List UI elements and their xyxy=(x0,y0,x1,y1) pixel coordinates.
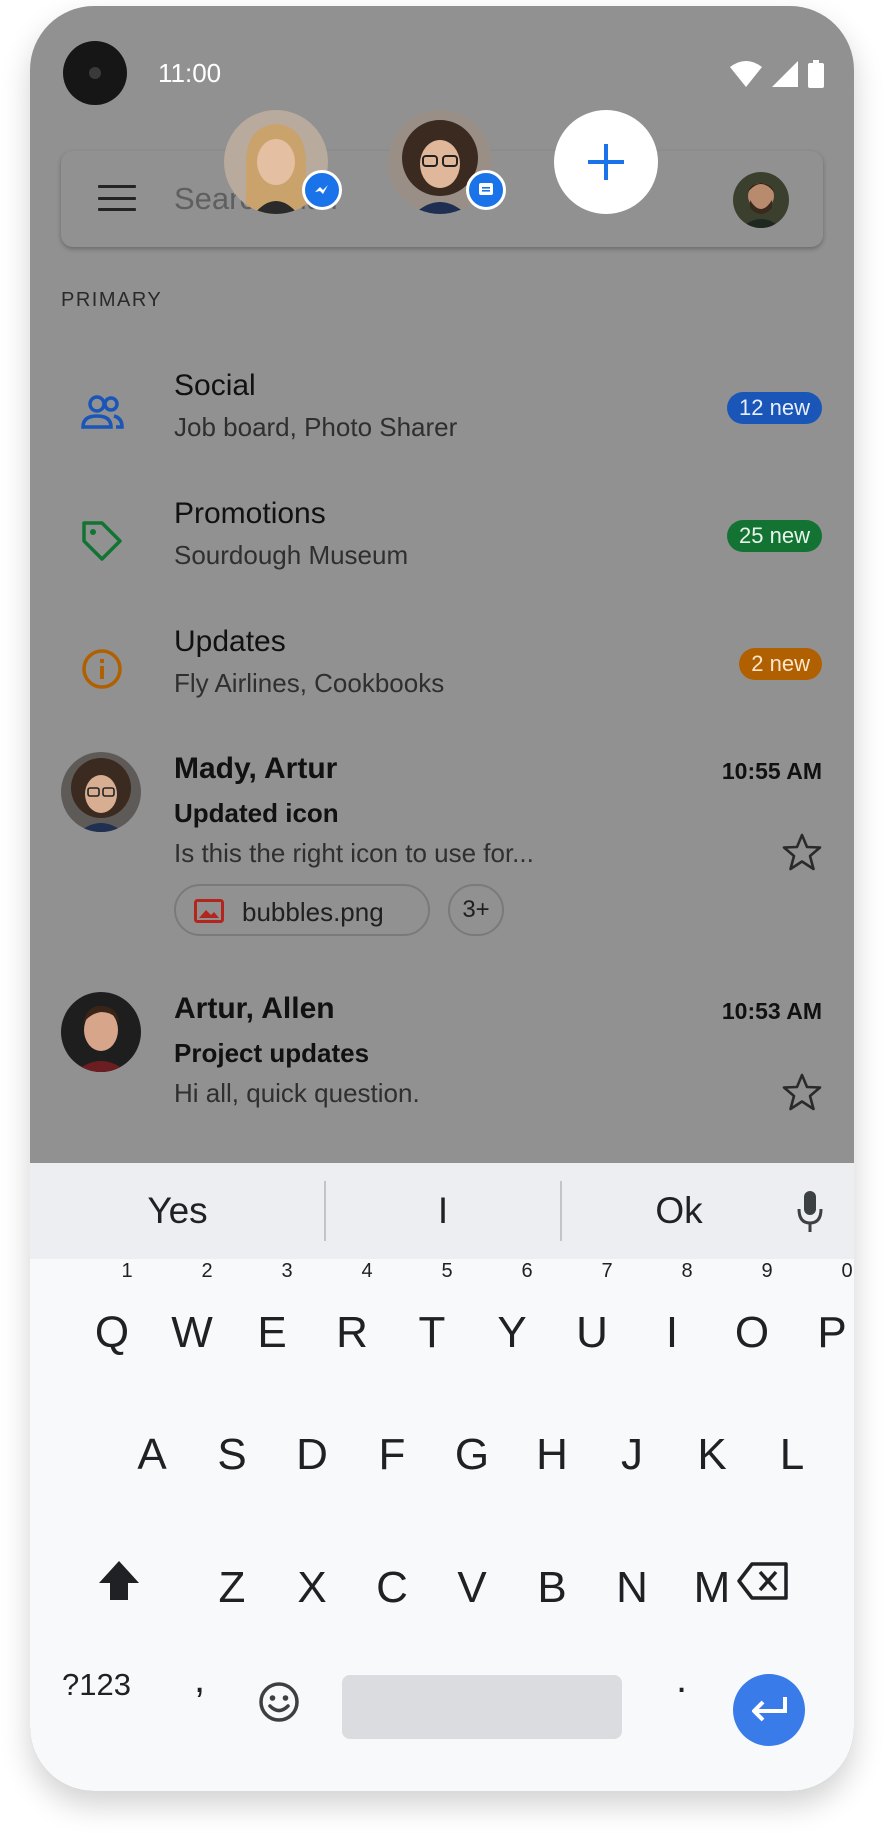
key-hint: 0 xyxy=(841,1260,853,1282)
key-g[interactable]: G xyxy=(437,1410,507,1500)
key-d[interactable]: D xyxy=(277,1410,347,1500)
keyboard: Yes I Ok Q1W2E3R4T5Y6U7I8O9P0 ASDFGHJKL … xyxy=(30,1163,854,1791)
key-hint: 1 xyxy=(121,1260,133,1282)
email-sender: Artur, Allen xyxy=(174,992,335,1025)
tag-icon xyxy=(82,521,122,561)
key-hint: 8 xyxy=(681,1260,693,1282)
key-b[interactable]: B xyxy=(517,1543,587,1633)
key-j[interactable]: J xyxy=(597,1410,667,1500)
account-avatar[interactable] xyxy=(733,172,789,228)
key-hint: 7 xyxy=(601,1260,613,1282)
key-s[interactable]: S xyxy=(197,1410,267,1500)
image-icon xyxy=(194,899,224,923)
category-title: Updates xyxy=(174,625,286,658)
more-attachments-chip[interactable]: 3+ xyxy=(448,884,504,936)
symbols-key[interactable]: ?123 xyxy=(62,1667,131,1703)
key-hint: 9 xyxy=(761,1260,773,1282)
key-hint: 6 xyxy=(521,1260,533,1282)
category-social[interactable]: Social Job board, Photo Sharer 12 new xyxy=(30,367,854,477)
emoji-icon[interactable] xyxy=(258,1681,300,1723)
key-hint: 2 xyxy=(201,1260,213,1282)
email-snippet: Is this the right icon to use for... xyxy=(174,838,534,868)
key-hint: 4 xyxy=(361,1260,373,1282)
status-time: 11:00 xyxy=(158,58,222,88)
key-q[interactable]: Q xyxy=(77,1288,147,1378)
key-l[interactable]: L xyxy=(757,1410,827,1500)
new-bubble-button[interactable] xyxy=(554,110,658,214)
email-sender: Mady, Artur xyxy=(174,752,338,785)
key-o[interactable]: O xyxy=(717,1288,787,1378)
key-c[interactable]: C xyxy=(357,1543,427,1633)
key-a[interactable]: A xyxy=(117,1410,187,1500)
category-promotions[interactable]: Promotions Sourdough Museum 25 new xyxy=(30,495,854,605)
new-count-badge: 25 new xyxy=(727,520,822,552)
key-r[interactable]: R xyxy=(317,1288,387,1378)
suggestion-bar: Yes I Ok xyxy=(30,1163,854,1259)
star-icon[interactable] xyxy=(782,1072,822,1112)
people-icon xyxy=(81,395,124,429)
attachment-name: bubbles.png xyxy=(242,897,384,927)
comma-key[interactable]: , xyxy=(194,1657,205,1702)
key-y[interactable]: Y xyxy=(477,1288,547,1378)
menu-icon[interactable] xyxy=(98,185,136,211)
category-title: Promotions xyxy=(174,497,326,530)
email-time: 10:53 AM xyxy=(721,998,822,1024)
enter-arrow-icon xyxy=(752,1697,787,1722)
key-t[interactable]: T xyxy=(397,1288,467,1378)
email-row-1[interactable]: Mady, Artur 10:55 AM Updated icon Is thi… xyxy=(30,752,854,952)
category-subtitle: Sourdough Museum xyxy=(174,540,409,570)
enter-key[interactable] xyxy=(733,1674,805,1746)
phone-frame: 11:00 Search mail xyxy=(30,6,854,1791)
email-subject: Updated icon xyxy=(174,798,339,828)
suggestion-1[interactable]: Yes xyxy=(30,1163,325,1259)
space-bar[interactable] xyxy=(342,1675,622,1739)
key-f[interactable]: F xyxy=(357,1410,427,1500)
sender-avatar xyxy=(61,752,141,832)
key-e[interactable]: E xyxy=(237,1288,307,1378)
email-row-2[interactable]: Artur, Allen 10:53 AM Project updates Hi… xyxy=(30,992,854,1132)
key-i[interactable]: I xyxy=(637,1288,707,1378)
key-h[interactable]: H xyxy=(517,1410,587,1500)
front-camera xyxy=(63,41,127,105)
email-time: 10:55 AM xyxy=(721,758,822,784)
messenger-icon xyxy=(302,170,342,210)
category-updates[interactable]: Updates Fly Airlines, Cookbooks 2 new xyxy=(30,623,854,733)
plus-icon xyxy=(588,144,624,180)
microphone-icon[interactable] xyxy=(796,1191,824,1233)
new-count-badge: 12 new xyxy=(727,392,822,424)
attachment-chip[interactable]: bubbles.png xyxy=(174,884,430,936)
email-snippet: Hi all, quick question. xyxy=(174,1078,420,1108)
star-icon[interactable] xyxy=(782,832,822,872)
category-title: Social xyxy=(174,369,256,402)
key-u[interactable]: U xyxy=(557,1288,627,1378)
key-x[interactable]: X xyxy=(277,1543,347,1633)
key-hint: 5 xyxy=(441,1260,453,1282)
key-z[interactable]: Z xyxy=(197,1543,267,1633)
sender-avatar xyxy=(61,992,141,1072)
suggestion-3[interactable]: Ok xyxy=(562,1163,796,1259)
email-subject: Project updates xyxy=(174,1038,370,1068)
key-w[interactable]: W xyxy=(157,1288,227,1378)
gmail-inbox-screen: 11:00 Search mail xyxy=(30,6,854,1163)
backspace-icon[interactable] xyxy=(736,1561,790,1601)
messages-icon xyxy=(466,170,506,210)
signal-icon xyxy=(772,61,798,87)
status-icons xyxy=(730,60,824,88)
category-subtitle: Fly Airlines, Cookbooks xyxy=(174,668,445,698)
period-key[interactable]: . xyxy=(676,1657,687,1702)
section-label: PRIMARY xyxy=(61,289,163,311)
info-icon xyxy=(82,649,122,689)
key-k[interactable]: K xyxy=(677,1410,747,1500)
key-hint: 3 xyxy=(281,1260,293,1282)
suggestion-2[interactable]: I xyxy=(326,1163,560,1259)
wifi-icon xyxy=(730,61,762,87)
key-n[interactable]: N xyxy=(597,1543,667,1633)
new-count-badge: 2 new xyxy=(739,648,822,680)
battery-icon xyxy=(808,60,824,88)
shift-icon[interactable] xyxy=(96,1558,142,1604)
key-v[interactable]: V xyxy=(437,1543,507,1633)
key-p[interactable]: P xyxy=(797,1288,854,1378)
category-subtitle: Job board, Photo Sharer xyxy=(174,412,458,442)
